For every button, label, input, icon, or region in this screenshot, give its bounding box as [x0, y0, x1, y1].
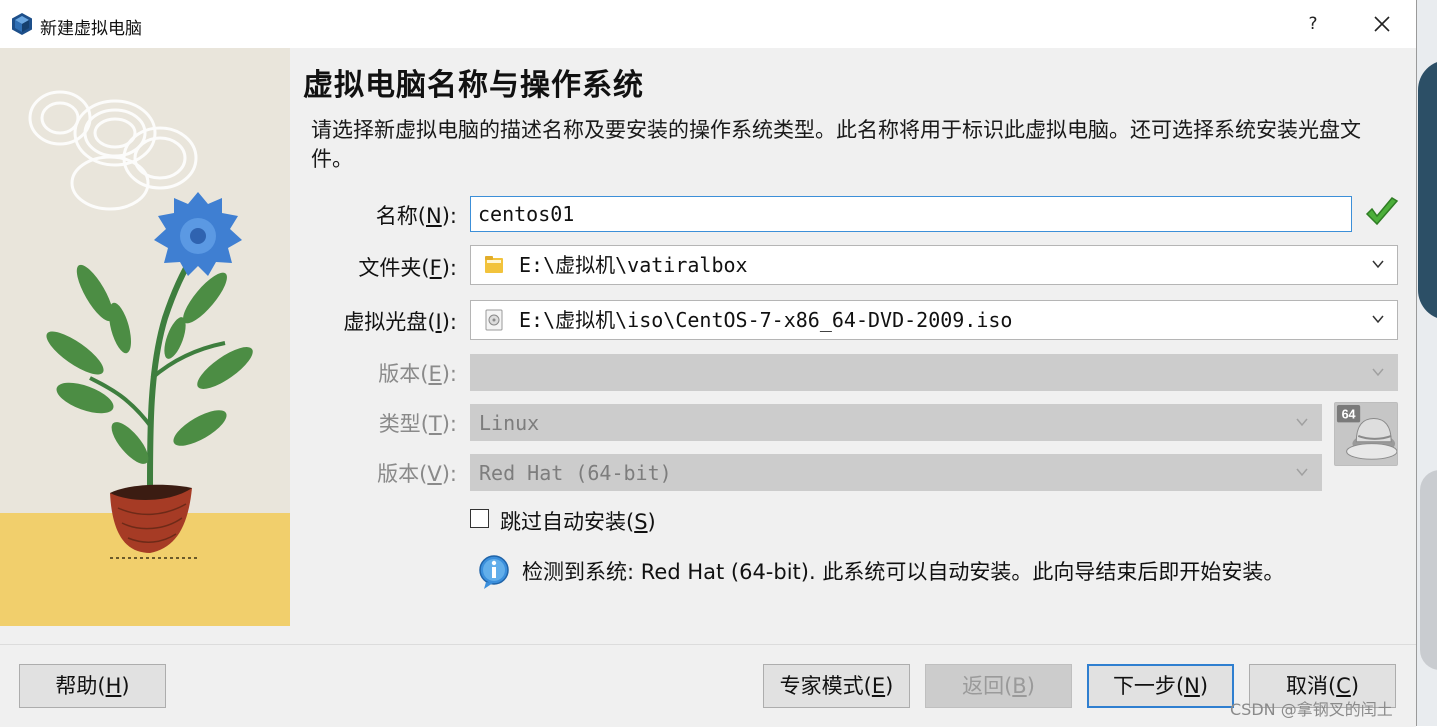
edition-accel: E [428, 362, 442, 386]
name-label: 名称(N): [375, 204, 457, 228]
skip-unattended-label[interactable]: 跳过自动安装(S) [500, 506, 656, 536]
background-shape [1418, 60, 1437, 320]
skip-unattended-accel: S [634, 510, 648, 534]
page-description: 请选择新虚拟电脑的描述名称及要安装的操作系统类型。此名称将用于标识此虚拟电脑。还… [311, 118, 1361, 171]
background-window [1416, 0, 1437, 726]
iso-label: 虚拟光盘(I): [343, 310, 457, 334]
expert-accel: E [871, 674, 886, 698]
iso-value: E:\虚拟机\iso\CentOS-7-x86_64-DVD-2009.iso [519, 308, 1013, 332]
title-bar: 新建虚拟电脑 ? [0, 0, 1416, 48]
edition-label-text: 版本 [378, 362, 421, 386]
detected-os-info: 检测到系统: Red Hat (64-bit). 此系统可以自动安装。此向导结束… [522, 560, 1285, 584]
iso-select[interactable]: E:\虚拟机\iso\CentOS-7-x86_64-DVD-2009.iso [470, 300, 1398, 340]
expert-button-label: 专家模式 [779, 674, 864, 698]
disc-image-icon [485, 309, 503, 331]
folder-accel: F [429, 256, 442, 280]
background-shape [1420, 470, 1437, 670]
edition-label: 版本(E): [378, 362, 457, 386]
name-accel: N [426, 204, 442, 228]
page-heading: 虚拟电脑名称与操作系统 [303, 68, 644, 103]
version-select: Red Hat (64-bit) [470, 454, 1322, 491]
window-title: 新建虚拟电脑 [40, 19, 142, 39]
os-type-icon: 64 [1334, 402, 1398, 466]
new-vm-dialog: 新建虚拟电脑 ? 虚拟电脑名称与操作系统 请选择新虚拟电脑的描述名称及要安装的操… [0, 0, 1417, 727]
type-label: 类型(T): [378, 412, 457, 436]
folder-select[interactable]: E:\虚拟机\vatiralbox [470, 245, 1398, 285]
type-select: Linux [470, 404, 1322, 441]
help-button-label: 帮助 [55, 674, 98, 698]
type-label-text: 类型 [378, 412, 421, 436]
iso-accel: I [435, 310, 442, 334]
next-button[interactable]: 下一步(N) [1087, 664, 1234, 708]
chevron-down-icon [1296, 418, 1308, 427]
chevron-down-icon [1372, 315, 1384, 324]
type-accel: T [428, 412, 442, 436]
cancel-button-label: 取消 [1285, 674, 1328, 698]
watermark: CSDN @拿钢叉的闰土 [1230, 700, 1393, 719]
help-accel: H [105, 674, 122, 698]
chevron-down-icon [1372, 368, 1384, 377]
expert-mode-button[interactable]: 专家模式(E) [763, 664, 910, 708]
chevron-down-icon [1372, 260, 1384, 269]
os-badge-text: 64 [1342, 408, 1356, 422]
folder-label-text: 文件夹 [358, 256, 422, 280]
edition-select [470, 354, 1398, 391]
skip-unattended-text: 跳过自动安装 [500, 510, 626, 534]
folder-value: E:\虚拟机\vatiralbox [519, 253, 748, 277]
valid-check-icon [1365, 197, 1399, 226]
version-value: Red Hat (64-bit) [479, 461, 672, 485]
virtualbox-logo-icon [12, 13, 32, 35]
next-button-label: 下一步 [1112, 674, 1176, 698]
close-icon[interactable] [1366, 8, 1398, 40]
folder-label: 文件夹(F): [358, 256, 457, 280]
chevron-down-icon [1296, 468, 1308, 477]
wizard-illustration [0, 48, 290, 626]
type-value: Linux [479, 411, 540, 435]
cancel-accel: C [1336, 674, 1351, 698]
name-label-text: 名称 [375, 204, 418, 228]
name-input[interactable]: centos01 [470, 196, 1352, 232]
folder-icon [485, 256, 503, 273]
title-help-button[interactable]: ? [1298, 8, 1328, 40]
help-button[interactable]: 帮助(H) [19, 664, 166, 708]
back-button[interactable]: 返回(B) [925, 664, 1072, 708]
next-accel: N [1184, 674, 1200, 698]
skip-unattended-checkbox[interactable] [470, 509, 489, 528]
version-label-text: 版本 [377, 462, 420, 486]
version-accel: V [427, 462, 442, 486]
version-label: 版本(V): [377, 462, 457, 486]
back-button-label: 返回 [962, 674, 1005, 698]
iso-label-text: 虚拟光盘 [343, 310, 428, 334]
back-accel: B [1012, 674, 1027, 698]
